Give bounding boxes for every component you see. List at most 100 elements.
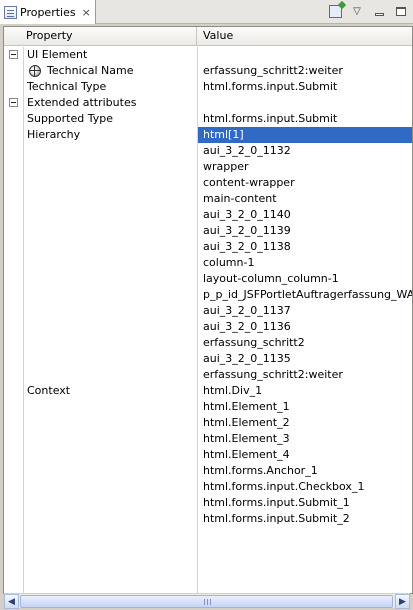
value-cell[interactable]: html.Element_4 [198, 447, 412, 463]
value-cell[interactable]: aui_3_2_0_1137 [198, 303, 412, 319]
value-cell[interactable]: html.Div_1 [198, 383, 412, 399]
table-row[interactable]: aui_3_2_0_1132 [4, 143, 412, 159]
collapse-toggle-icon[interactable] [9, 98, 18, 107]
properties-tab[interactable]: Properties × [0, 0, 96, 24]
table-row[interactable]: html.Element_4 [4, 447, 412, 463]
property-cell [4, 143, 197, 159]
table-body: UI Element Technical Name erfassung_schrit… [4, 47, 412, 527]
table-row[interactable]: aui_3_2_0_1136 [4, 319, 412, 335]
value-cell[interactable]: content-wrapper [198, 175, 412, 191]
table-row[interactable]: Hierarchy html[1] [4, 127, 412, 143]
close-icon[interactable]: × [82, 7, 91, 18]
value-cell[interactable]: html.forms.input.Submit_2 [198, 511, 412, 527]
table-row[interactable]: UI Element [4, 47, 412, 63]
pin-to-view-button[interactable] [327, 3, 343, 19]
property-label: Technical Type [27, 80, 107, 93]
table-row[interactable]: html.forms.input.Submit_1 [4, 495, 412, 511]
value-cell[interactable]: html.forms.input.Checkbox_1 [198, 479, 412, 495]
property-cell [4, 415, 197, 431]
value-cell[interactable]: html.Element_1 [198, 399, 412, 415]
property-cell [4, 463, 197, 479]
value-cell[interactable]: erfassung_schritt2:weiter [198, 63, 412, 79]
value-cell[interactable]: html.forms.input.Submit [198, 111, 412, 127]
value-cell[interactable]: layout-column_column-1 [198, 271, 412, 287]
globe-icon [29, 65, 41, 77]
value-cell[interactable]: aui_3_2_0_1135 [198, 351, 412, 367]
value-cell[interactable]: aui_3_2_0_1139 [198, 223, 412, 239]
value-cell-selected[interactable]: html[1] [198, 127, 412, 143]
value-cell[interactable]: aui_3_2_0_1136 [198, 319, 412, 335]
table-row[interactable]: erfassung_schritt2:weiter [4, 367, 412, 383]
table-row[interactable]: html.forms.Anchor_1 [4, 463, 412, 479]
value-cell[interactable] [198, 47, 412, 63]
table-row[interactable]: main-content [4, 191, 412, 207]
value-cell[interactable]: erfassung_schritt2:weiter [198, 367, 412, 383]
collapse-toggle-icon[interactable] [9, 50, 18, 59]
value-cell[interactable]: html.Element_3 [198, 431, 412, 447]
table-row[interactable]: aui_3_2_0_1135 [4, 351, 412, 367]
property-label: Technical Name [47, 64, 134, 77]
horizontal-scrollbar[interactable]: ◀ ▶ [4, 593, 410, 609]
property-cell [4, 287, 197, 303]
table-row[interactable]: Technical Type html.forms.input.Submit [4, 79, 412, 95]
value-cell[interactable]: html.forms.Anchor_1 [198, 463, 412, 479]
table-row[interactable]: html.forms.input.Submit_2 [4, 511, 412, 527]
scroll-right-button[interactable]: ▶ [395, 594, 410, 609]
value-cell[interactable]: column-1 [198, 255, 412, 271]
property-cell [4, 367, 197, 383]
table-row[interactable]: Technical Name erfassung_schritt2:weiter [4, 63, 412, 79]
property-cell [4, 303, 197, 319]
value-cell[interactable] [198, 95, 412, 111]
table-row[interactable]: html.forms.input.Checkbox_1 [4, 479, 412, 495]
value-cell[interactable]: aui_3_2_0_1140 [198, 207, 412, 223]
property-label: Context [27, 384, 71, 397]
minimize-icon [374, 12, 384, 16]
view-header: Properties × ▽ [0, 0, 413, 24]
value-cell[interactable]: wrapper [198, 159, 412, 175]
property-cell: Extended attributes [4, 95, 197, 111]
property-cell [4, 239, 197, 255]
property-cell [4, 207, 197, 223]
table-row[interactable]: aui_3_2_0_1137 [4, 303, 412, 319]
property-cell [4, 511, 197, 527]
table-row[interactable]: column-1 [4, 255, 412, 271]
grip-icon [203, 599, 211, 605]
table-row[interactable]: Supported Type html.forms.input.Submit [4, 111, 412, 127]
chevron-down-icon: ▽ [353, 5, 361, 17]
value-cell[interactable]: html.Element_2 [198, 415, 412, 431]
table-row[interactable]: html.Element_2 [4, 415, 412, 431]
value-cell[interactable]: aui_3_2_0_1138 [198, 239, 412, 255]
table-row[interactable]: aui_3_2_0_1140 [4, 207, 412, 223]
property-cell [4, 271, 197, 287]
property-cell [4, 495, 197, 511]
property-cell [4, 431, 197, 447]
view-menu-button[interactable]: ▽ [349, 3, 365, 19]
scroll-left-button[interactable]: ◀ [4, 594, 19, 609]
maximize-button[interactable] [393, 3, 409, 19]
table-row[interactable]: Context html.Div_1 [4, 383, 412, 399]
property-cell: Technical Type [4, 79, 197, 95]
minimize-button[interactable] [371, 3, 387, 19]
table-row[interactable]: content-wrapper [4, 175, 412, 191]
scroll-thumb[interactable] [20, 595, 393, 608]
table-row[interactable]: aui_3_2_0_1139 [4, 223, 412, 239]
column-header-property[interactable]: Property [4, 27, 197, 46]
table-row[interactable]: Extended attributes [4, 95, 412, 111]
table-row[interactable]: erfassung_schritt2 [4, 335, 412, 351]
property-cell [4, 255, 197, 271]
property-cell [4, 335, 197, 351]
table-row[interactable]: p_p_id_JSFPortletAuftragerfassung_WAR_..… [4, 287, 412, 303]
table-row[interactable]: aui_3_2_0_1138 [4, 239, 412, 255]
value-cell[interactable]: html.forms.input.Submit_1 [198, 495, 412, 511]
table-row[interactable]: html.Element_3 [4, 431, 412, 447]
value-cell[interactable]: html.forms.input.Submit [198, 79, 412, 95]
value-cell[interactable]: p_p_id_JSFPortletAuftragerfassung_WAR_..… [198, 287, 412, 303]
value-cell[interactable]: aui_3_2_0_1132 [198, 143, 412, 159]
property-cell [4, 223, 197, 239]
column-header-value[interactable]: Value [197, 27, 412, 46]
table-row[interactable]: html.Element_1 [4, 399, 412, 415]
value-cell[interactable]: erfassung_schritt2 [198, 335, 412, 351]
table-row[interactable]: wrapper [4, 159, 412, 175]
value-cell[interactable]: main-content [198, 191, 412, 207]
table-row[interactable]: layout-column_column-1 [4, 271, 412, 287]
